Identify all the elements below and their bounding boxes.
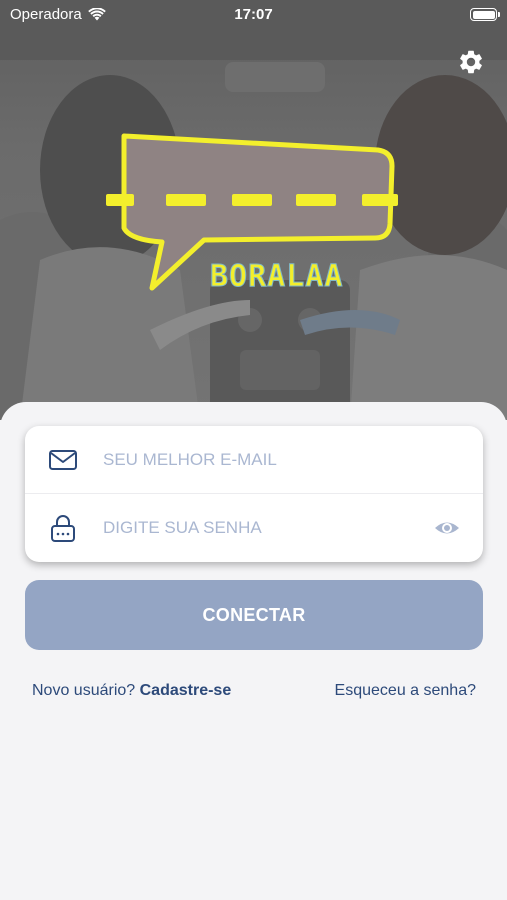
- app-logo: BORALAA: [106, 133, 398, 295]
- login-sheet: CONECTAR Novo usuário? Cadastre-se Esque…: [0, 402, 507, 900]
- signup-link[interactable]: Cadastre-se: [140, 682, 232, 699]
- password-field[interactable]: [103, 508, 413, 548]
- login-form: [25, 426, 483, 562]
- clock: 17:07: [234, 6, 273, 23]
- password-row: [25, 494, 483, 562]
- new-user-row: Novo usuário? Cadastre-se: [32, 682, 231, 700]
- status-bar: Operadora 17:07: [0, 0, 507, 30]
- logo-text: BORALAA: [210, 259, 343, 294]
- gear-icon[interactable]: [457, 48, 485, 76]
- lock-icon: [51, 515, 75, 542]
- connect-button[interactable]: CONECTAR: [25, 580, 483, 650]
- email-field[interactable]: [103, 439, 413, 480]
- email-row: [25, 426, 483, 494]
- forgot-password-link[interactable]: Esqueceu a senha?: [335, 682, 476, 700]
- auth-links: Novo usuário? Cadastre-se Esqueceu a sen…: [0, 682, 507, 706]
- new-user-label: Novo usuário?: [32, 682, 136, 699]
- mail-icon: [49, 449, 77, 470]
- battery-icon: [470, 8, 500, 21]
- eye-icon[interactable]: [433, 514, 461, 542]
